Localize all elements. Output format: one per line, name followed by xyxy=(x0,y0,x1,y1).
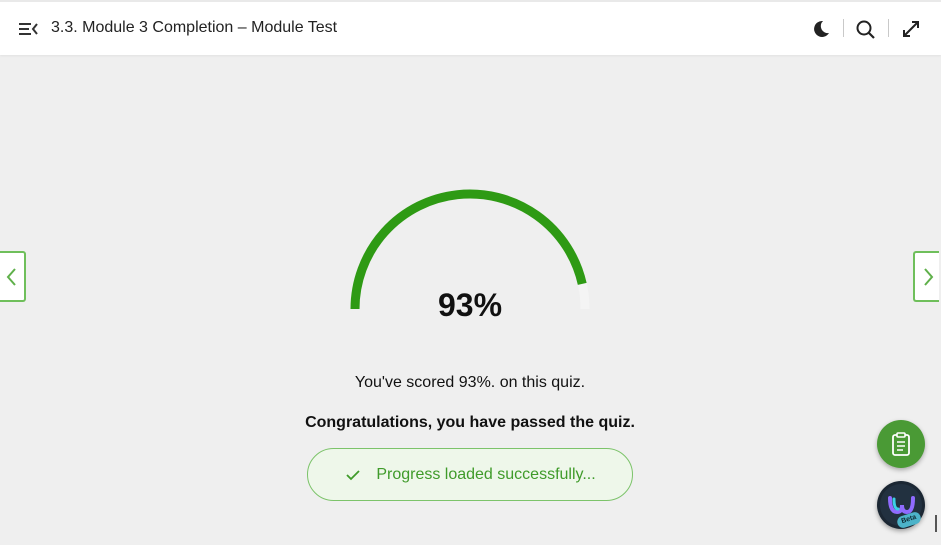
progress-toast: Progress loaded successfully... xyxy=(307,448,633,501)
menu-collapse-icon[interactable] xyxy=(17,18,41,40)
toast-message: Progress loaded successfully... xyxy=(376,465,596,483)
text-cursor xyxy=(935,515,937,532)
toolbar-divider xyxy=(843,19,844,37)
checkmark-icon xyxy=(346,469,360,480)
previous-page-button[interactable] xyxy=(0,251,26,302)
notes-button[interactable] xyxy=(877,420,925,468)
next-page-button[interactable] xyxy=(913,251,939,302)
pass-message: Congratulations, you have passed the qui… xyxy=(305,414,635,431)
moon-icon[interactable] xyxy=(808,16,834,42)
score-percent: 93% xyxy=(437,287,503,323)
clipboard-icon xyxy=(892,432,910,456)
chevron-right-icon xyxy=(924,268,934,286)
page-title: 3.3. Module 3 Completion – Module Test xyxy=(51,19,338,36)
search-icon[interactable] xyxy=(853,16,879,42)
expand-icon[interactable] xyxy=(898,16,924,42)
score-text: You've scored 93%. on this quiz. xyxy=(354,374,586,391)
toolbar-divider xyxy=(888,19,889,37)
chevron-left-icon xyxy=(6,268,16,286)
top-bar: 3.3. Module 3 Completion – Module Test xyxy=(0,0,941,55)
